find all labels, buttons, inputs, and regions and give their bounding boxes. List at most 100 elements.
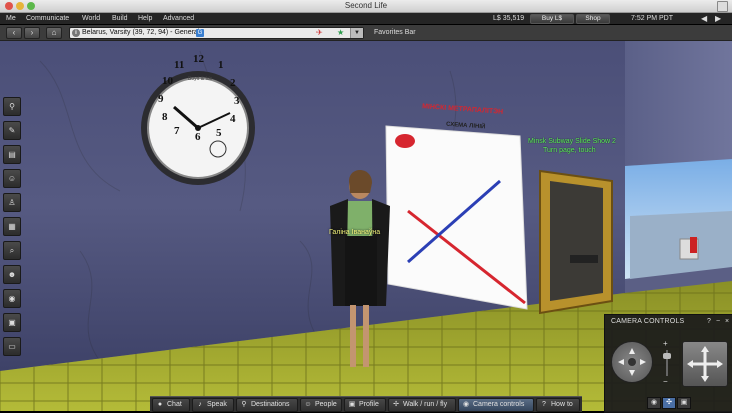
avatar-nametag: Галіна Іванаўна xyxy=(329,229,381,236)
map-icon[interactable]: ▤ xyxy=(3,145,21,164)
clock-numeral: 3 xyxy=(234,95,240,107)
location-field[interactable]: i Belarus, Varsity (39, 72, 94) - Genera… xyxy=(69,27,364,39)
people-label: People xyxy=(315,401,337,408)
menu-bar: Me Communicate World Build Help Advanced… xyxy=(0,13,732,24)
location-text: Belarus, Varsity (39, 72, 94) - General xyxy=(82,29,200,36)
navigation-bar: ‹ › ⌂ i Belarus, Varsity (39, 72, 94) - … xyxy=(0,25,732,41)
people-icon: ☺ xyxy=(304,401,312,408)
window-title: Second Life xyxy=(344,1,388,10)
camera-panel-title: CAMERA CONTROLS xyxy=(611,318,685,325)
chat-bubble-icon[interactable]: ▭ xyxy=(3,337,21,356)
camera-mode-eye-button[interactable]: ◉ xyxy=(647,397,661,409)
camera-mode-preset-button[interactable]: ▣ xyxy=(677,397,691,409)
microphone-icon: ♪ xyxy=(198,401,202,408)
shop-button[interactable]: Shop xyxy=(576,14,610,24)
slideshow-title-tag: Minsk Subway Slide Show 2 xyxy=(528,138,616,145)
favorite-star-icon[interactable]: ★ xyxy=(337,28,344,38)
metro-map-poster[interactable] xyxy=(385,125,528,310)
how-to-button[interactable]: ? How to xyxy=(536,398,580,412)
menu-help[interactable]: Help xyxy=(138,13,152,24)
clock-numeral: 7 xyxy=(174,125,180,137)
left-toolbar: ⚲ ✎ ▤ ☺ ♙ ▦ ⌕ ☻ ◉ ▣ ▭ xyxy=(3,97,21,361)
people-icon[interactable]: ☺ xyxy=(3,169,21,188)
people-button[interactable]: ☺ People xyxy=(300,398,342,412)
how-to-label: How to xyxy=(551,401,573,408)
media-play-icon[interactable]: ▶ xyxy=(715,13,721,24)
camera-controls-label: Camera controls xyxy=(473,401,525,408)
maturity-rating-badge: G xyxy=(196,29,204,37)
clock-numeral: 8 xyxy=(162,111,168,123)
appearance-icon[interactable]: ☻ xyxy=(3,265,21,284)
help-icon: ? xyxy=(542,401,546,408)
no-fly-icon: ✈ xyxy=(316,28,323,37)
gesture-icon[interactable]: ⚲ xyxy=(3,97,21,116)
zoom-slider-thumb[interactable] xyxy=(663,353,671,359)
favorites-bar-label[interactable]: Favorites Bar xyxy=(374,25,416,40)
zoom-slider[interactable] xyxy=(663,350,671,376)
walk-run-fly-button[interactable]: ✢ Walk / run / fly xyxy=(388,398,456,412)
zoom-out-button[interactable]: − xyxy=(663,377,668,386)
profile-icon: ▣ xyxy=(348,401,356,408)
camera-icon: ▣ xyxy=(680,399,688,406)
eye-icon: ◉ xyxy=(462,401,470,408)
pin-icon[interactable]: ✎ xyxy=(3,121,21,140)
home-button[interactable]: ⌂ xyxy=(46,27,62,39)
pan-arrows-icon xyxy=(687,346,723,382)
snapshot-icon[interactable]: ▣ xyxy=(3,313,21,332)
fullscreen-icon[interactable] xyxy=(717,1,728,12)
clock-numerals: 12 1 2 3 4 5 6 7 8 9 10 11 Boyd & Ido xyxy=(148,47,248,147)
eye-icon: ◉ xyxy=(650,399,658,406)
voice-icon[interactable]: ◉ xyxy=(3,289,21,308)
back-button[interactable]: ‹ xyxy=(6,27,22,39)
clock-numeral: 5 xyxy=(216,127,222,139)
menu-advanced[interactable]: Advanced xyxy=(163,13,194,24)
zoom-in-button[interactable]: + xyxy=(663,339,668,348)
camera-help-button[interactable]: ? xyxy=(707,318,711,325)
outfit-icon[interactable]: ♙ xyxy=(3,193,21,212)
clock-numeral: 10 xyxy=(162,75,173,87)
clock-numeral: 2 xyxy=(230,77,236,89)
picture-frame[interactable] xyxy=(539,169,613,315)
clock-numeral: 6 xyxy=(195,131,201,143)
clock-time: 7:52 PM PDT xyxy=(631,15,674,22)
speak-button[interactable]: ♪ Speak xyxy=(192,398,234,412)
camera-controls-panel: CAMERA CONTROLS ? − × + − ◉ ✣ ▣ xyxy=(604,314,732,413)
menu-world[interactable]: World xyxy=(82,13,100,24)
object-view-icon: ✣ xyxy=(666,399,672,406)
clock-numeral: 4 xyxy=(230,113,236,125)
chat-label: Chat xyxy=(167,401,182,408)
forward-button[interactable]: › xyxy=(24,27,40,39)
clock-numeral: 11 xyxy=(174,59,185,71)
slideshow-subtitle-tag: Turn page, touch xyxy=(543,147,596,154)
camera-mode-object-button[interactable]: ✣ xyxy=(662,397,676,409)
chat-icon: ● xyxy=(157,401,163,408)
camera-close-button[interactable]: × xyxy=(725,318,729,325)
buy-currency-button[interactable]: Buy L$ xyxy=(530,14,574,24)
chat-button[interactable]: ● Chat xyxy=(152,398,190,412)
clock-numeral: 12 xyxy=(193,53,204,65)
menu-me[interactable]: Me xyxy=(6,13,16,24)
audio-volume-icon[interactable]: ◀ xyxy=(701,13,707,24)
destination-pin-icon: ⚲ xyxy=(241,401,247,408)
pan-control[interactable] xyxy=(682,341,728,387)
profile-button[interactable]: ▣ Profile xyxy=(344,398,386,412)
destinations-button[interactable]: ⚲ Destinations xyxy=(236,398,298,412)
camera-minimize-button[interactable]: − xyxy=(716,318,720,325)
orbit-control[interactable] xyxy=(611,341,653,383)
bottom-toolbar: ● Chat ♪ Speak ⚲ Destinations ☺ People ▣ Prof… xyxy=(150,396,582,412)
inventory-icon[interactable]: ▦ xyxy=(3,217,21,236)
camera-controls-button[interactable]: ◉ Camera controls xyxy=(458,398,534,412)
clock-numeral: 1 xyxy=(218,59,224,71)
walk-label: Walk / run / fly xyxy=(403,401,448,408)
home-icon: ⌂ xyxy=(51,28,57,37)
info-icon[interactable]: i xyxy=(72,29,80,37)
linden-balance[interactable]: L$ 35,519 xyxy=(493,13,524,24)
walk-icon: ✢ xyxy=(393,401,399,408)
location-dropdown-button[interactable]: ▼ xyxy=(350,28,363,38)
window-titlebar: Second Life xyxy=(0,0,732,13)
clock-numeral: 9 xyxy=(158,93,164,105)
profile-label: Profile xyxy=(359,401,379,408)
menu-build[interactable]: Build xyxy=(112,13,128,24)
menu-communicate[interactable]: Communicate xyxy=(26,13,69,24)
search-icon[interactable]: ⌕ xyxy=(3,241,21,260)
